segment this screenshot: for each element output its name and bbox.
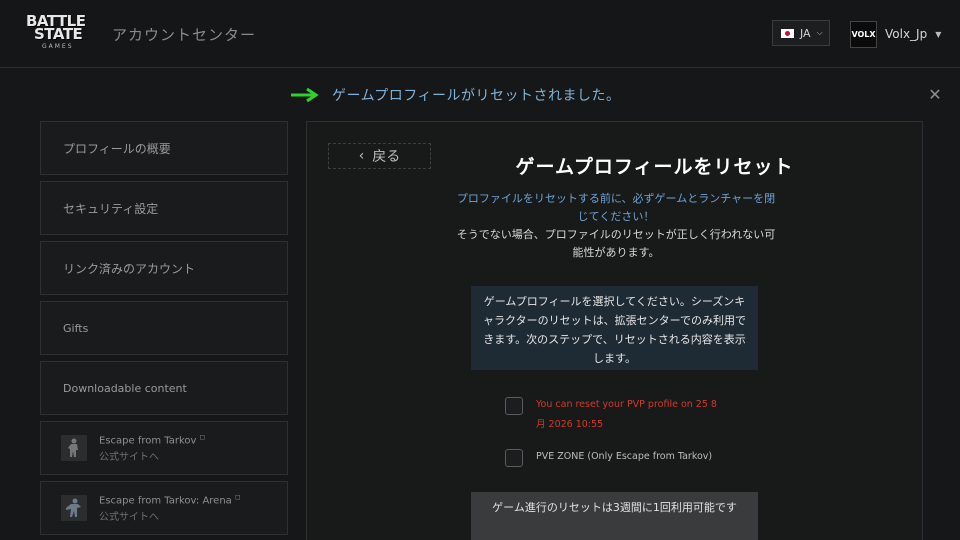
language-code: JA (800, 26, 811, 40)
sidebar-game-tarkov-arena[interactable]: Escape from Tarkov: Arena ◻ 公式サイトへ (40, 481, 288, 535)
pve-checkbox[interactable] (505, 449, 523, 467)
language-selector[interactable]: JA ⌵ (772, 20, 830, 46)
official-site-link[interactable]: 公式サイトへ (99, 508, 241, 523)
top-header: BATTLE STATE GAMES アカウントセンター JA ⌵ VOLX V… (0, 0, 960, 68)
sidebar-item-security[interactable]: セキュリティ設定 (40, 181, 288, 235)
sidebar-game-tarkov[interactable]: Escape from Tarkov ◻ 公式サイトへ (40, 421, 288, 475)
battlestate-logo[interactable]: BATTLE STATE GAMES (26, 14, 98, 54)
option-pvp: You can reset your PVP profile on 25 8月 … (505, 395, 726, 435)
sidebar: プロフィールの概要 セキュリティ設定 リンク済みのアカウント Gifts Dow… (40, 121, 288, 540)
chevron-down-icon: ▼ (935, 29, 942, 39)
external-link-icon: ◻ (199, 432, 206, 441)
logo-line-2: STATE (34, 25, 83, 43)
user-menu[interactable]: VOLX Volx_Jp ▼ (850, 20, 941, 48)
sidebar-item-label: Gifts (63, 321, 89, 335)
logo-line-3: GAMES (42, 43, 74, 50)
soldier-icon (61, 495, 87, 521)
info-box: ゲームプロフィールを選択してください。シーズンキャラクターのリセットは、拡張セン… (471, 286, 758, 370)
pvp-option-label: You can reset your PVP profile on 25 8月 … (536, 399, 717, 430)
success-notification: ゲームプロフィールがリセットされました。 (290, 84, 620, 106)
sidebar-item-gifts[interactable]: Gifts (40, 301, 288, 355)
sidebar-item-label: セキュリティ設定 (63, 201, 159, 216)
notification-text: ゲームプロフィールがリセットされました。 (332, 88, 621, 104)
sidebar-item-dlc[interactable]: Downloadable content (40, 361, 288, 415)
close-icon[interactable]: ✕ (927, 87, 943, 103)
chevron-down-icon: ⌵ (816, 28, 823, 37)
warning-close-launcher: プロファイルをリセットする前に、必ずゲームとランチャーを閉じてください！ (456, 192, 776, 223)
sidebar-item-profile-overview[interactable]: プロフィールの概要 (40, 121, 288, 175)
game-title: Escape from Tarkov: Arena ◻ (99, 492, 241, 507)
reset-frequency-banner: ゲーム進行のリセットは3週間に1回利用可能です (471, 492, 758, 540)
pve-option-label: PVE ZONE (Only Escape from Tarkov) (536, 451, 713, 462)
sidebar-item-label: プロフィールの概要 (63, 141, 171, 156)
sidebar-item-label: Downloadable content (63, 381, 187, 395)
app-title: アカウントセンター (112, 26, 257, 44)
game-title: Escape from Tarkov ◻ (99, 432, 206, 447)
username: Volx_Jp (885, 27, 928, 41)
official-site-link[interactable]: 公式サイトへ (99, 448, 205, 463)
main-panel: ‹ 戻る ゲームプロフィールをリセット プロファイルをリセットする前に、必ずゲー… (306, 121, 923, 540)
arrow-right-icon (291, 88, 319, 102)
avatar: VOLX (850, 20, 877, 48)
sidebar-item-linked-accounts[interactable]: リンク済みのアカウント (40, 241, 288, 295)
soldier-icon (61, 435, 87, 461)
sidebar-item-label: リンク済みのアカウント (63, 261, 196, 276)
option-pve: PVE ZONE (Only Escape from Tarkov) (505, 447, 712, 467)
external-link-icon: ◻ (234, 492, 241, 501)
pvp-checkbox[interactable] (505, 397, 523, 415)
japan-flag-icon (781, 28, 794, 38)
page-title: ゲームプロフィールをリセット (515, 156, 794, 178)
warning-reset-failure: そうでない場合、プロファイルのリセットが正しく行われない可能性があります。 (456, 228, 776, 259)
